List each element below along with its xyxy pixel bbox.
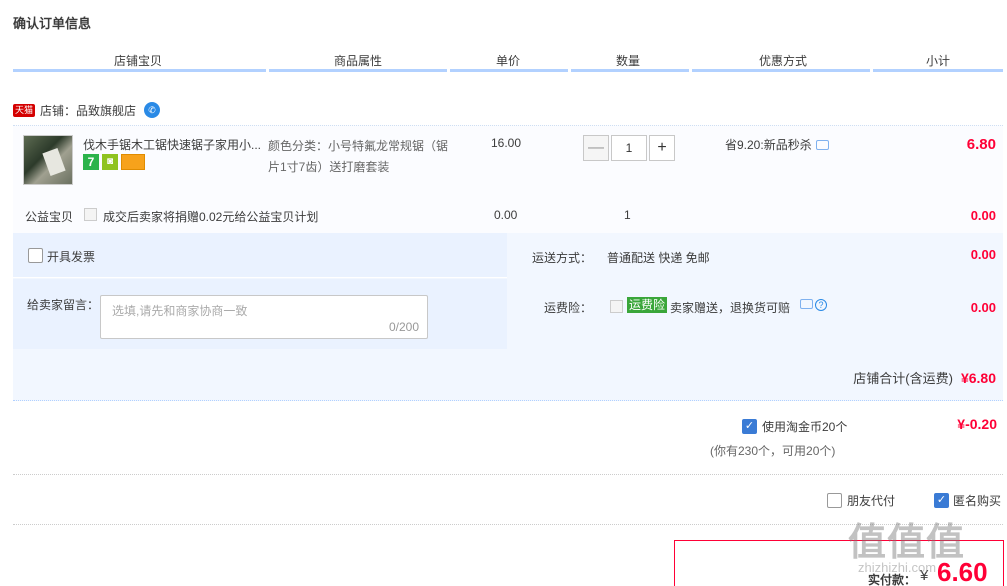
order-item: 伐木手锯木工锯快速锯子家用小... 7 ◙ 颜色分类：小号特氟龙常规锯（锯片1寸… [13, 125, 1003, 233]
service-badges: 7 ◙ [83, 154, 145, 170]
order-options-panel: 开具发票 给卖家留言： 选填,请先和商家协商一致 0/200 运送方式： 普通配… [13, 233, 1003, 401]
charity-quantity: 1 [624, 208, 631, 222]
item-subtotal: 6.80 [966, 136, 996, 153]
decrease-button[interactable]: — [583, 135, 609, 161]
quantity-stepper: — 1 + [583, 135, 675, 161]
coins-option: ✓ 使用淘金币20个 [742, 418, 847, 435]
friend-pay-label[interactable]: 朋友代付 [847, 492, 895, 509]
column-unit-price: 单价 [495, 54, 520, 68]
shop-total-label: 店铺合计(含运费) [853, 371, 953, 386]
page-title: 确认订单信息 [13, 16, 92, 31]
tmall-badge: 天猫 [13, 103, 36, 117]
charity-price: 0.00 [494, 208, 518, 222]
anonymous-label[interactable]: 匿名购买 [953, 492, 1001, 509]
shop-name[interactable]: 店铺：品致旗舰店 [40, 102, 136, 119]
column-subtotal: 小计 [925, 54, 950, 68]
shipping-method: 普通配送 快递 免邮 [607, 251, 710, 265]
promotion-text: 省9.20:新品秒杀 [725, 138, 812, 152]
shipping-amount: 0.00 [970, 247, 996, 262]
seven-day-return-icon[interactable]: 7 [83, 154, 99, 170]
message-icon[interactable] [815, 139, 829, 150]
charity-subtotal: 0.00 [970, 208, 996, 223]
product-thumbnail[interactable] [23, 135, 73, 185]
promotion: 省9.20:新品秒杀 [725, 136, 829, 153]
quantity-input[interactable]: 1 [611, 135, 647, 161]
anonymous-option: ✓ 匿名购买 [934, 492, 1001, 509]
increase-button[interactable]: + [649, 135, 675, 161]
column-divider [13, 69, 266, 72]
guarantee-icon[interactable]: ◙ [102, 154, 118, 170]
product-attributes: 颜色分类：小号特氟龙常规锯（锯片1寸7齿）送打磨套装 [268, 139, 449, 174]
help-icon[interactable]: ? [815, 299, 827, 311]
insurance-icons: ? [800, 299, 827, 311]
coins-amount: ¥-0.20 [957, 416, 997, 432]
message-label: 给卖家留言： [27, 298, 100, 312]
message-icon[interactable] [800, 299, 813, 309]
invoice-checkbox[interactable] [28, 248, 43, 263]
insurance-label: 运费险： [544, 301, 593, 315]
shop-total: 店铺合计(含运费) ¥6.80 [853, 368, 996, 387]
shipping-label: 运送方式： [532, 251, 593, 265]
watermark-url: zhizhizhi.com [858, 560, 937, 575]
message-input[interactable]: 选填,请先和商家协商一致 0/200 [100, 295, 428, 339]
insurance-checkbox [610, 300, 623, 313]
friend-pay-checkbox[interactable] [827, 493, 842, 508]
coins-label[interactable]: 使用淘金币20个 [762, 418, 847, 435]
column-attributes: 商品属性 [333, 54, 382, 68]
product-name[interactable]: 伐木手锯木工锯快速锯子家用小... [83, 136, 263, 153]
credit-card-icon[interactable] [121, 154, 145, 170]
insurance-badge: 运费险 [627, 297, 668, 313]
divider [13, 474, 1003, 475]
charity-checkbox [84, 208, 97, 221]
shop-total-amount: ¥6.80 [960, 370, 996, 386]
insurance-text: 卖家赠送，退换货可赔 [670, 301, 791, 315]
insurance-amount: 0.00 [970, 300, 996, 315]
watermark-logo: 值值值 [848, 522, 966, 564]
message-placeholder: 选填,请先和商家协商一致 [112, 304, 248, 318]
charity-label: 公益宝贝 [25, 210, 74, 224]
shop-row: 天猫 店铺：品致旗舰店 ✆ [13, 100, 161, 120]
column-divider [692, 69, 870, 72]
unit-price: 16.00 [491, 136, 522, 150]
invoice-label[interactable]: 开具发票 [47, 248, 95, 265]
column-divider [571, 69, 689, 72]
column-shop-item: 店铺宝贝 [113, 54, 162, 68]
column-divider [269, 69, 447, 72]
coins-checkbox[interactable]: ✓ [742, 419, 757, 434]
charity-description: 成交后卖家将捐赠0.02元给公益宝贝计划 [103, 210, 319, 224]
coins-availability: (你有230个，可用20个) [710, 444, 836, 458]
column-divider [873, 69, 1003, 72]
friend-pay-option: 朋友代付 [827, 492, 895, 509]
invoice-section: 开具发票 [13, 233, 507, 278]
column-discount: 优惠方式 [758, 54, 807, 68]
column-divider [450, 69, 568, 72]
column-quantity: 数量 [615, 54, 640, 68]
chat-icon[interactable]: ✆ [144, 102, 161, 118]
message-counter: 0/200 [388, 320, 419, 334]
anonymous-checkbox[interactable]: ✓ [934, 493, 949, 508]
